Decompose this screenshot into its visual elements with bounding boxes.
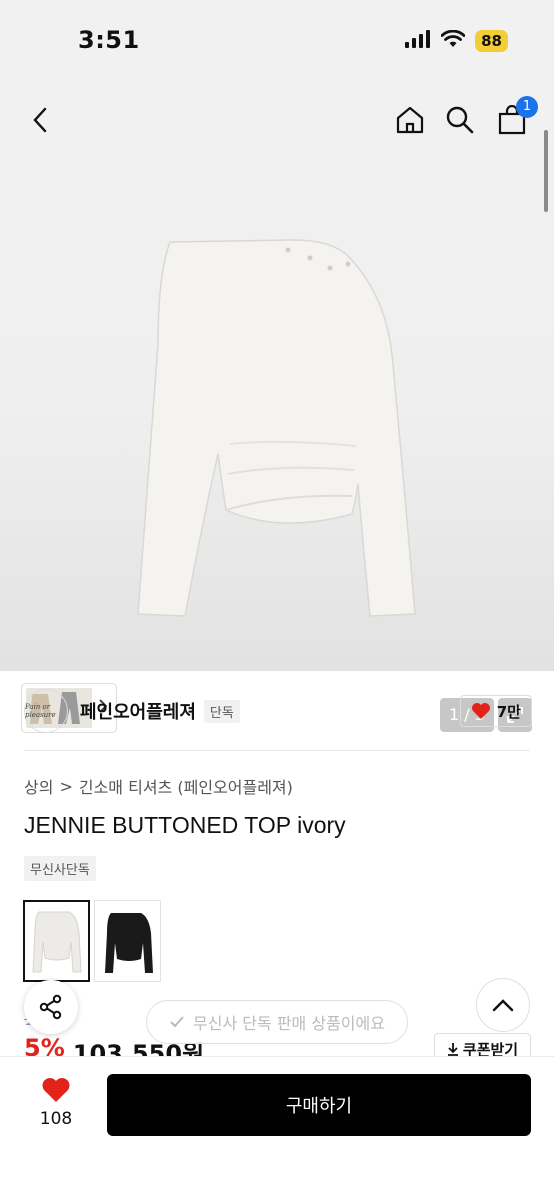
scrollbar[interactable] [544,130,548,212]
search-icon [446,106,474,134]
wishlist-button[interactable]: 108 [30,1077,82,1129]
color-option-ivory[interactable] [23,900,90,982]
scroll-to-top-button[interactable] [476,978,530,1032]
brand-like-count: 7만 [496,702,521,721]
status-bar: 3:51 88 [0,0,554,84]
battery-indicator: 88 [475,30,508,52]
home-button[interactable] [390,98,430,142]
product-image-gallery[interactable]: 1 / 3 [0,84,554,732]
brand-row: Pain or pleasure 페인오어플레져 단독 7만 [24,688,532,734]
divider [24,750,530,751]
color-option-black[interactable] [94,900,161,982]
search-button[interactable] [440,98,480,142]
heart-icon [42,1078,70,1102]
exclusive-toast: 무신사 단독 판매 상품이에요 [146,1000,408,1044]
home-icon [396,106,424,134]
breadcrumb-separator: > [59,776,73,796]
wifi-icon [440,29,466,52]
brand-logo[interactable]: Pain or pleasure [24,689,68,733]
product-image [137,239,416,617]
wishlist-count: 108 [39,1109,73,1129]
heart-icon [471,703,490,719]
status-icons: 88 [405,29,508,52]
share-icon [39,994,62,1020]
buy-button[interactable]: 구매하기 [107,1074,531,1136]
cart-count-badge: 1 [516,96,538,118]
brand-logo-text: Pain or pleasure [25,703,56,719]
share-button[interactable] [24,980,78,1034]
cart-button[interactable]: 1 [492,96,538,142]
breadcrumb: 상의 > 긴소매 티셔츠 (페인오어플레져) [24,774,293,798]
signal-icon [405,30,431,52]
brand-like-button[interactable]: 7만 [459,695,532,727]
color-options [23,900,161,982]
download-icon [447,1043,458,1056]
brand-name[interactable]: 페인오어플레져 [80,698,196,724]
back-button[interactable] [20,98,60,142]
chevron-up-icon [492,999,514,1012]
breadcrumb-subcategory[interactable]: 긴소매 티셔츠 (페인오어플레져) [79,774,293,798]
product-title: JENNIE BUTTONED TOP ivory [24,812,346,838]
brand-exclusive-tag: 단독 [203,699,240,723]
exclusive-badge: 무신사단독 [24,856,96,881]
breadcrumb-category[interactable]: 상의 [24,774,53,798]
bottom-action-bar: 108 구매하기 [0,1056,554,1200]
check-icon [170,1016,184,1028]
top-navigation: 1 [0,96,554,142]
toast-text: 무신사 단독 판매 상품이에요 [193,1014,385,1033]
chevron-left-icon [33,107,47,133]
status-time: 3:51 [78,26,140,54]
